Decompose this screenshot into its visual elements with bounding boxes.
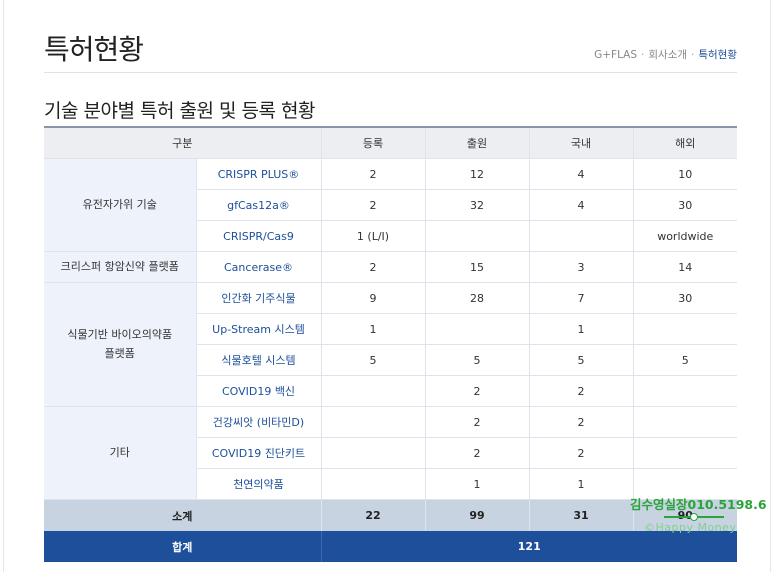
applied-cell bbox=[425, 313, 530, 345]
applied-cell: 2 bbox=[425, 375, 530, 407]
applied-cell: 15 bbox=[425, 251, 530, 283]
domestic-cell: 4 bbox=[529, 189, 634, 221]
tech-cell: CRISPR/Cas9 bbox=[196, 220, 322, 252]
overseas-cell bbox=[633, 437, 737, 469]
applied-cell bbox=[425, 220, 530, 252]
breadcrumb-company-link[interactable]: 회사소개 bbox=[648, 49, 687, 61]
tech-cell: 인간화 기주식물 bbox=[196, 282, 322, 314]
group-cell: 유전자가위 기술 bbox=[44, 158, 197, 252]
registered-cell: 2 bbox=[321, 189, 426, 221]
header-applied: 출원 bbox=[425, 126, 530, 159]
breadcrumb-separator: · bbox=[691, 49, 695, 61]
applied-cell: 1 bbox=[425, 468, 530, 500]
watermark-sub: ©Happy Money bbox=[644, 521, 737, 534]
breadcrumb: G+FLAS · 회사소개 · 특허현황 bbox=[594, 47, 737, 62]
tech-cell: COVID19 백신 bbox=[196, 375, 322, 407]
header-registered: 등록 bbox=[321, 126, 426, 159]
watermark-name: 김수영실장010.5198.6 bbox=[630, 497, 767, 512]
group-cell: 크리스퍼 항암신약 플랫폼 bbox=[44, 251, 197, 283]
tech-cell: 건강씨앗 (비타민D) bbox=[196, 406, 322, 438]
registered-cell bbox=[321, 406, 426, 438]
group-cell: 식물기반 바이오의약품 플랫폼 bbox=[44, 282, 197, 407]
domestic-cell: 1 bbox=[529, 468, 634, 500]
tech-cell: 천연의약품 bbox=[196, 468, 322, 500]
applied-cell: 2 bbox=[425, 406, 530, 438]
domestic-cell: 3 bbox=[529, 251, 634, 283]
total-value: 121 bbox=[321, 531, 737, 562]
overseas-cell: worldwide bbox=[633, 220, 737, 252]
domestic-cell: 2 bbox=[529, 375, 634, 407]
registered-cell: 5 bbox=[321, 344, 426, 376]
table-row: 식물기반 바이오의약품 플랫폼 인간화 기주식물 9 28 7 30 bbox=[44, 282, 737, 407]
registered-cell bbox=[321, 468, 426, 500]
domestic-cell: 2 bbox=[529, 437, 634, 469]
table-row: 유전자가위 기술 CRISPR PLUS® 2 12 4 10 bbox=[44, 158, 737, 252]
group-cell: 기타 bbox=[44, 406, 197, 500]
header-overseas: 해외 bbox=[633, 126, 737, 159]
subtotal-label: 소계 bbox=[44, 499, 322, 531]
total-label: 합계 bbox=[44, 531, 322, 562]
registered-cell: 2 bbox=[321, 251, 426, 283]
applied-cell: 5 bbox=[425, 344, 530, 376]
overseas-cell: 10 bbox=[633, 158, 737, 190]
subtotal-domestic: 31 bbox=[529, 499, 634, 531]
overseas-cell: 30 bbox=[633, 282, 737, 314]
domestic-cell: 4 bbox=[529, 158, 634, 190]
tech-cell: gfCas12a® bbox=[196, 189, 322, 221]
subtotal-applied: 99 bbox=[425, 499, 530, 531]
table-header-row: 구분 등록 출원 국내 해외 bbox=[44, 126, 737, 159]
domestic-cell: 2 bbox=[529, 406, 634, 438]
table-row: 기타 건강씨앗 (비타민D) 2 2 bbox=[44, 406, 737, 500]
page-title: 특허현황 bbox=[44, 33, 144, 66]
tech-cell: 식물호텔 시스템 bbox=[196, 344, 322, 376]
group-name-line: 식물기반 바이오의약품 bbox=[67, 327, 173, 341]
tech-cell: Up-Stream 시스템 bbox=[196, 313, 322, 345]
breadcrumb-home-link[interactable]: G+FLAS bbox=[594, 49, 637, 61]
tech-cell: Cancerase® bbox=[196, 251, 322, 283]
applied-cell: 12 bbox=[425, 158, 530, 190]
title-divider bbox=[44, 72, 737, 73]
table-row: 크리스퍼 항암신약 플랫폼 Cancerase® 2 15 3 14 bbox=[44, 251, 737, 283]
overseas-cell: 5 bbox=[633, 344, 737, 376]
tech-cell: COVID19 진단키트 bbox=[196, 437, 322, 469]
overseas-cell bbox=[633, 406, 737, 438]
total-row: 합계 121 bbox=[44, 531, 737, 562]
registered-cell: 1 (L/I) bbox=[321, 220, 426, 252]
overseas-cell bbox=[633, 313, 737, 345]
group-name-line: 플랫폼 bbox=[104, 346, 135, 360]
registered-cell: 1 bbox=[321, 313, 426, 345]
tech-cell: CRISPR PLUS® bbox=[196, 158, 322, 190]
watermark: 김수영실장010.5198.6 ©Happy Money bbox=[630, 494, 773, 534]
domestic-cell: 5 bbox=[529, 344, 634, 376]
breadcrumb-separator: · bbox=[641, 49, 645, 61]
domestic-cell: 7 bbox=[529, 282, 634, 314]
overseas-cell: 14 bbox=[633, 251, 737, 283]
breadcrumb-current: 특허현황 bbox=[698, 49, 737, 61]
header-category: 구분 bbox=[44, 126, 322, 159]
registered-cell bbox=[321, 437, 426, 469]
header-domestic: 국내 bbox=[529, 126, 634, 159]
applied-cell: 32 bbox=[425, 189, 530, 221]
overseas-cell bbox=[633, 375, 737, 407]
watermark-dot-icon bbox=[690, 513, 698, 521]
section-title: 기술 분야별 특허 출원 및 등록 현황 bbox=[44, 100, 315, 122]
registered-cell bbox=[321, 375, 426, 407]
registered-cell: 9 bbox=[321, 282, 426, 314]
domestic-cell bbox=[529, 220, 634, 252]
overseas-cell: 30 bbox=[633, 189, 737, 221]
applied-cell: 28 bbox=[425, 282, 530, 314]
applied-cell: 2 bbox=[425, 437, 530, 469]
subtotal-registered: 22 bbox=[321, 499, 426, 531]
domestic-cell: 1 bbox=[529, 313, 634, 345]
watermark-divider bbox=[664, 513, 724, 521]
registered-cell: 2 bbox=[321, 158, 426, 190]
